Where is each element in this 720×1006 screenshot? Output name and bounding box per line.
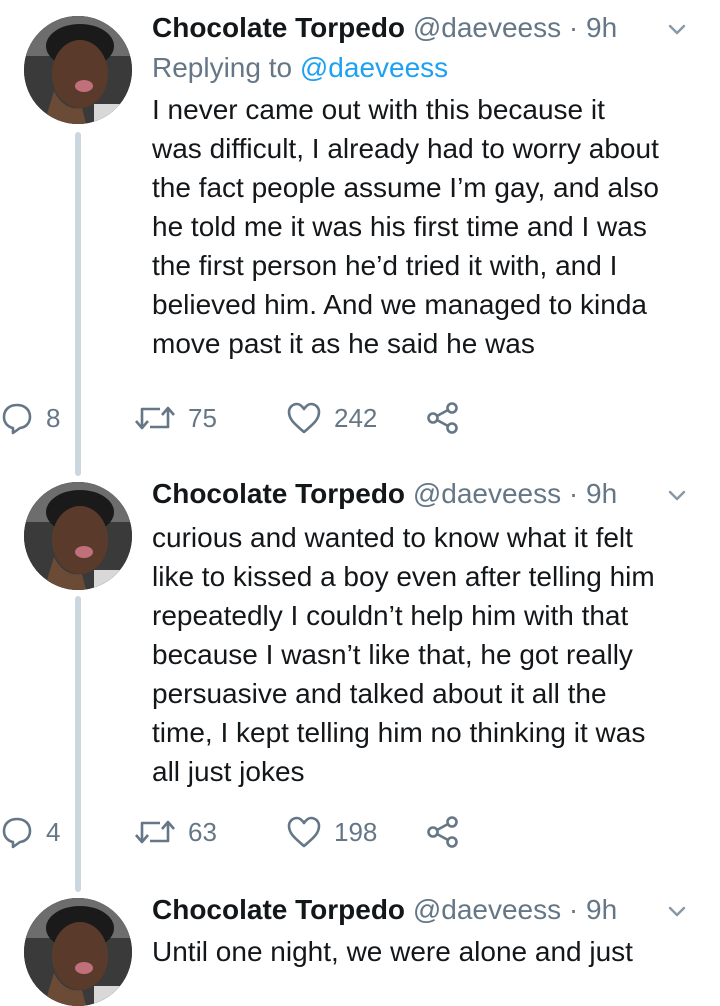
tweet-text-line: move past it as he said he was (152, 328, 535, 359)
tweet-text-line: like to kissed a boy even after telling … (152, 561, 655, 592)
avatar[interactable] (24, 16, 132, 124)
retweet-button[interactable]: 63 (134, 810, 217, 854)
author-name[interactable]: Chocolate Torpedo (152, 894, 405, 925)
tweet-text-line: repeatedly I couldn’t help him with that (152, 600, 629, 631)
tweet-text-line: the first person he’d tried it with, and… (152, 250, 618, 281)
tweet-text-line: he told me it was his first time and I w… (152, 211, 647, 242)
retweet-button[interactable]: 75 (134, 396, 217, 440)
retweet-count: 75 (188, 402, 217, 433)
timestamp[interactable]: 9h (586, 478, 617, 509)
avatar[interactable] (24, 482, 132, 590)
tweet-text-line: because I wasn’t like that, he got reall… (152, 639, 633, 670)
share-button[interactable] (426, 810, 460, 854)
heart-icon (287, 402, 321, 434)
reply-button[interactable]: 4 (0, 810, 60, 854)
avatar-photo (24, 16, 132, 124)
tweet-text: I never came out with this because it wa… (152, 90, 704, 363)
speech-bubble-icon (2, 817, 32, 849)
tweet-text-line: believed him. And we managed to kinda (152, 289, 647, 320)
share-nodes-icon (427, 816, 458, 848)
share-button[interactable] (426, 396, 460, 440)
replying-prefix: Replying to (152, 52, 293, 83)
author-name[interactable]: Chocolate Torpedo (152, 478, 405, 509)
retweet-arrows-icon (135, 406, 175, 430)
tweet-text-line: all just jokes (152, 756, 305, 787)
reply-count: 8 (46, 402, 61, 433)
tweet-header: Chocolate Torpedo @daeveess · 9h (152, 474, 704, 514)
chevron-down-icon[interactable] (664, 898, 690, 924)
timestamp[interactable]: 9h (586, 12, 617, 43)
avatar-photo (24, 898, 132, 1006)
chevron-down-icon[interactable] (664, 16, 690, 42)
action-bar: 4 63 198 (0, 810, 552, 854)
replying-to-line: Replying to @daeveess (152, 48, 704, 88)
tweet-text-line: curious and wanted to know what it felt (152, 522, 633, 553)
avatar-photo (24, 482, 132, 590)
avatar[interactable] (24, 898, 132, 1006)
reply-count: 4 (46, 816, 61, 847)
separator-dot: · (568, 478, 579, 509)
like-count: 242 (334, 402, 378, 433)
like-button[interactable]: 242 (286, 396, 377, 440)
author-handle[interactable]: @daeveess (413, 478, 561, 509)
separator-dot: · (568, 894, 579, 925)
like-count: 198 (334, 816, 378, 847)
tweet[interactable]: Chocolate Torpedo @daeveess · 9h curious… (0, 470, 720, 900)
tweet[interactable]: Chocolate Torpedo @daeveess · 9h Replyin… (0, 0, 720, 470)
author-name[interactable]: Chocolate Torpedo (152, 12, 405, 43)
replying-mention-link[interactable]: @daeveess (300, 52, 448, 83)
timestamp[interactable]: 9h (586, 894, 617, 925)
tweet-text-line: Until one night, we were alone and just (152, 936, 633, 967)
share-nodes-icon (427, 402, 458, 434)
author-handle[interactable]: @daeveess (413, 12, 561, 43)
tweet-text-line: time, I kept telling him no thinking it … (152, 717, 646, 748)
tweet-header: Chocolate Torpedo @daeveess · 9h (152, 8, 704, 48)
tweet-text-line: I never came out with this because it (152, 94, 605, 125)
tweet-header: Chocolate Torpedo @daeveess · 9h (152, 890, 704, 930)
reply-button[interactable]: 8 (0, 396, 60, 440)
like-button[interactable]: 198 (286, 810, 377, 854)
tweet[interactable]: Chocolate Torpedo @daeveess · 9h Until o… (0, 890, 720, 1006)
tweet-text-line: was difficult, I already had to worry ab… (152, 133, 659, 164)
speech-bubble-icon (2, 403, 32, 435)
tweet-text-line: the fact people assume I’m gay, and also (152, 172, 659, 203)
retweet-count: 63 (188, 816, 217, 847)
action-bar: 8 75 242 (0, 396, 552, 440)
tweet-text: curious and wanted to know what it felt … (152, 518, 704, 791)
retweet-arrows-icon (135, 820, 175, 844)
tweet-text: Until one night, we were alone and just (152, 932, 704, 971)
author-handle[interactable]: @daeveess (413, 894, 561, 925)
separator-dot: · (568, 12, 579, 43)
tweet-text-line: persuasive and talked about it all the (152, 678, 607, 709)
chevron-down-icon[interactable] (664, 482, 690, 508)
heart-icon (287, 816, 321, 848)
